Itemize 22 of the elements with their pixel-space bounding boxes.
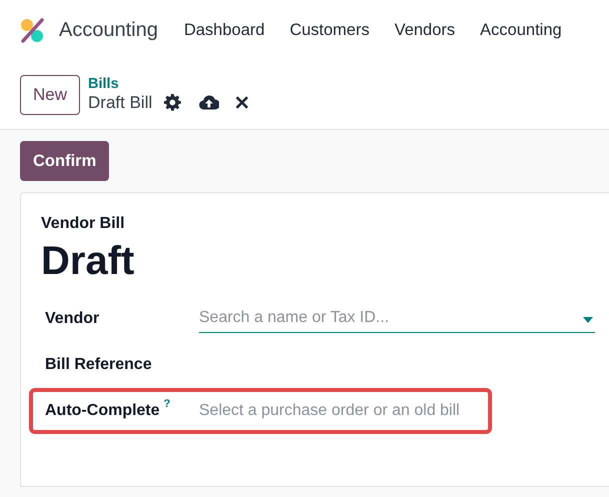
menu-item[interactable]: Customers xyxy=(290,20,370,40)
settings-icon[interactable] xyxy=(164,94,182,112)
record-title: Draft Bill xyxy=(88,93,152,113)
vendor-field[interactable]: Search a name or Tax ID... xyxy=(199,304,595,333)
field-label: Bill Reference xyxy=(45,356,152,374)
status-title: Draft xyxy=(41,239,134,284)
breadcrumb-link[interactable]: Bills xyxy=(88,76,250,94)
field-label: Vendor xyxy=(45,310,100,328)
app-logo-icon[interactable] xyxy=(20,18,45,42)
field-label: Auto-Complete xyxy=(45,402,160,420)
auto-complete-field[interactable]: Select a purchase order or an old bill xyxy=(199,402,488,420)
close-icon[interactable] xyxy=(235,94,250,112)
menu-item[interactable]: Vendors xyxy=(394,20,456,40)
document-type: Vendor Bill xyxy=(41,215,125,233)
cloud-upload-icon[interactable] xyxy=(199,94,220,112)
menu-item[interactable]: Accounting xyxy=(480,20,562,40)
menu-item[interactable]: Dashboard xyxy=(184,20,265,40)
confirm-button[interactable]: Confirm xyxy=(20,141,110,181)
new-button[interactable]: New xyxy=(20,74,80,114)
app-title: Accounting xyxy=(59,18,158,42)
dropdown-caret-icon[interactable] xyxy=(583,316,593,322)
help-mark[interactable]: ? xyxy=(164,398,170,410)
